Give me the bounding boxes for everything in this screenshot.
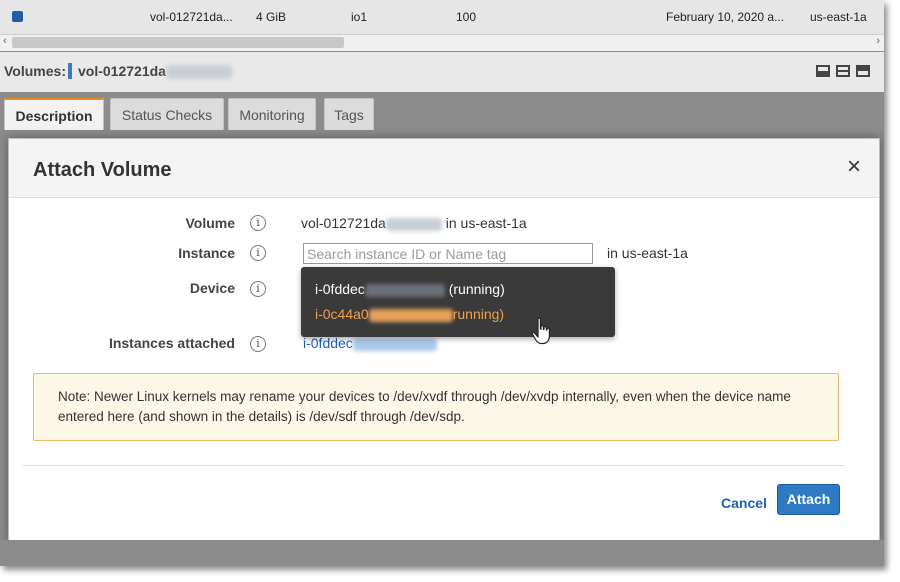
instance-info-icon[interactable]: i	[250, 245, 266, 261]
scroll-left-icon[interactable]: ‹	[3, 35, 7, 47]
close-icon[interactable]: ×	[847, 155, 861, 179]
scroll-right-icon[interactable]: ›	[876, 35, 880, 47]
screenshot-frame: vol-012721da... 4 GiB io1 100 February 1…	[0, 0, 884, 566]
device-info-icon[interactable]: i	[250, 281, 266, 297]
footer-divider	[23, 465, 845, 466]
instance-label: Instance	[178, 245, 235, 261]
dropdown-option[interactable]: i-0fddec (running)	[315, 281, 505, 297]
redacted-text	[385, 217, 442, 231]
instance-search-input[interactable]	[303, 243, 593, 264]
redacted-text	[352, 337, 437, 351]
attached-instance-link[interactable]: i-0fddec	[303, 335, 437, 351]
hand-pointer-icon	[531, 317, 550, 345]
layout-bottom-icon[interactable]	[816, 65, 830, 77]
table-row[interactable]: vol-012721da... 4 GiB io1 100 February 1…	[0, 0, 884, 34]
attach-volume-dialog: Attach Volume × Volume i vol-012721da in…	[8, 138, 880, 542]
volume-info-icon[interactable]: i	[250, 215, 266, 231]
horizontal-scrollbar[interactable]: ‹ ›	[0, 34, 884, 51]
layout-top-icon[interactable]	[856, 65, 870, 77]
instance-zone: in us-east-1a	[607, 245, 688, 261]
cell-volume-id: vol-012721da...	[150, 10, 233, 24]
row-select-checkbox[interactable]	[12, 11, 23, 22]
device-label: Device	[189, 280, 235, 296]
volume-label: Volume	[185, 215, 235, 231]
tab-monitoring[interactable]: Monitoring	[228, 98, 316, 130]
dropdown-option-highlighted[interactable]: i-0c44a0 running)	[315, 306, 504, 322]
instances-attached-label: Instances attached	[108, 335, 235, 351]
dimmed-background	[0, 540, 884, 566]
layout-toggle-group	[810, 64, 870, 82]
scrollbar-thumb[interactable]	[12, 37, 344, 48]
tab-description[interactable]: Description	[4, 98, 104, 130]
dialog-title: Attach Volume	[33, 159, 172, 181]
status-bar-icon	[68, 63, 72, 79]
kernel-note: Note: Newer Linux kernels may rename you…	[33, 373, 839, 441]
redacted-text	[368, 308, 453, 322]
tab-tags[interactable]: Tags	[324, 98, 374, 130]
cell-availability-zone: us-east-1a	[810, 10, 867, 24]
cell-volume-type: io1	[351, 10, 368, 24]
details-header: Volumes: vol-012721da	[0, 52, 884, 92]
dialog-header: Attach Volume ×	[9, 139, 879, 198]
volume-value: vol-012721da in us-east-1a	[301, 215, 527, 231]
tab-status-checks[interactable]: Status Checks	[110, 98, 224, 130]
details-volume-name: vol-012721da	[78, 63, 232, 80]
instance-dropdown: i-0fddec (running) i-0c44a0 running)	[301, 267, 615, 337]
cell-size: 4 GiB	[256, 10, 287, 24]
volumes-table: vol-012721da... 4 GiB io1 100 February 1…	[0, 0, 884, 37]
redacted-text	[364, 283, 445, 297]
cancel-button[interactable]: Cancel	[721, 495, 767, 511]
layout-split-icon[interactable]	[836, 65, 850, 77]
attach-button[interactable]: Attach	[777, 484, 840, 515]
redacted-text	[165, 65, 232, 80]
cell-created: February 10, 2020 a...	[666, 10, 785, 24]
attached-info-icon[interactable]: i	[250, 336, 266, 352]
details-label: Volumes:	[4, 63, 66, 79]
cell-iops: 100	[456, 10, 477, 24]
